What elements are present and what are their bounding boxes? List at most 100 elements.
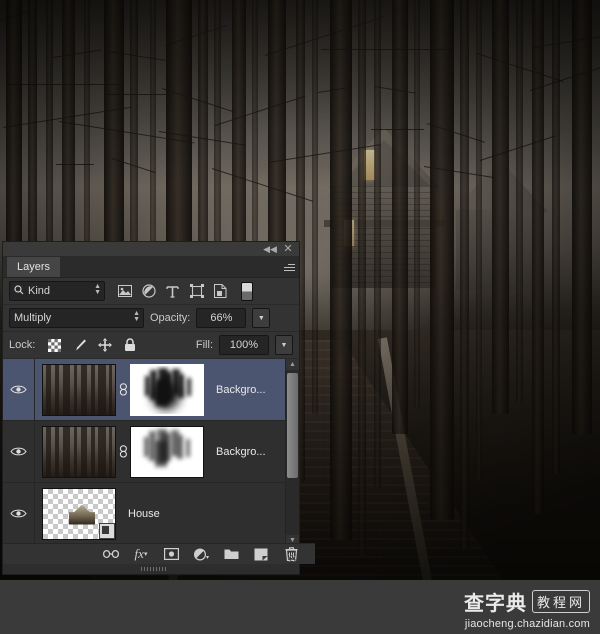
filter-type-icons <box>117 281 253 301</box>
lock-label: Lock: <box>9 339 36 351</box>
thumb-forest-art <box>43 426 115 477</box>
tree-trunk <box>532 0 544 514</box>
tree-trunk <box>430 0 454 520</box>
tree-branch <box>6 84 124 85</box>
tree-branch <box>321 49 454 50</box>
layer-list[interactable]: Backgro... Backgro... House <box>3 359 299 546</box>
tree-trunk <box>374 0 381 488</box>
layer-thumbnails <box>42 487 116 540</box>
type-layer-filter-icon[interactable] <box>165 284 180 299</box>
mask-art <box>131 426 203 477</box>
chevron-updown-icon[interactable]: ▲ ▼ <box>94 283 101 296</box>
new-layer-button[interactable] <box>253 546 269 562</box>
layer-mask-link-icon[interactable] <box>116 445 130 458</box>
blend-mode-value: Multiply <box>14 312 52 324</box>
new-group-button[interactable] <box>223 546 239 562</box>
lock-image-pixels-icon[interactable] <box>72 338 87 353</box>
opacity-dropdown-icon[interactable]: ▼ <box>252 308 271 328</box>
panel-tab-strip: Layers <box>3 257 299 278</box>
blend-opacity-row: Multiply ▲ ▼ Opacity: 66% ▼ <box>3 305 299 332</box>
panel-resize-grip[interactable] <box>288 554 296 562</box>
tree-trunk <box>552 0 560 474</box>
scrollbar-thumb[interactable] <box>287 373 298 478</box>
tree-branch <box>371 129 424 130</box>
filter-kind-label: Kind <box>28 285 51 297</box>
add-layer-mask-button[interactable] <box>163 546 179 562</box>
panel-title-bar: ◀◀ ✕ <box>3 242 299 257</box>
thumb-forest-art <box>43 364 115 415</box>
tree-trunk <box>572 0 592 434</box>
layer-visibility-toggle[interactable] <box>3 483 35 544</box>
search-icon <box>14 284 24 298</box>
lock-buttons <box>47 338 137 353</box>
smart-object-filter-icon[interactable] <box>213 284 228 299</box>
eye-icon <box>10 447 27 456</box>
fill-input[interactable]: 100% <box>219 335 269 355</box>
tree-trunk <box>392 0 408 434</box>
panel-bottom-grip[interactable] <box>3 564 299 574</box>
panel-menu-icon[interactable] <box>279 260 295 274</box>
layer-thumbnails <box>42 363 204 416</box>
watermark-logo: 查字典 教程网 <box>464 587 590 616</box>
lock-position-icon[interactable] <box>97 338 112 353</box>
link-layers-button[interactable] <box>103 546 119 562</box>
blend-mode-select[interactable]: Multiply ▲ ▼ <box>9 308 144 328</box>
layer-thumbnail[interactable] <box>42 425 116 478</box>
layer-visibility-toggle[interactable] <box>3 359 35 420</box>
fill-dropdown-icon[interactable]: ▼ <box>275 335 293 355</box>
layer-list-scrollbar[interactable]: ▲ ▼ <box>285 359 299 546</box>
layer-visibility-toggle[interactable] <box>3 421 35 482</box>
watermark-brand: 查字典 <box>463 590 527 615</box>
tab-layers[interactable]: Layers <box>7 257 62 277</box>
screenshot-root: 查字典 教程网 jiaocheng.chazidian.com ◀◀ ✕ Lay… <box>0 0 600 634</box>
watermark: 查字典 教程网 jiaocheng.chazidian.com <box>440 585 590 631</box>
layers-footer-toolbar: fx ▾ ▾ <box>3 543 315 564</box>
filter-enable-toggle[interactable] <box>241 281 253 301</box>
chevron-updown-icon[interactable]: ▲ ▼ <box>133 310 140 323</box>
layer-name: Backgro... <box>216 445 266 458</box>
tree-branch <box>56 164 94 165</box>
layer-style-fx-button[interactable]: fx ▾ <box>133 546 149 562</box>
eye-icon <box>10 385 27 394</box>
layer-mask-thumbnail[interactable] <box>130 363 204 416</box>
tree-branch <box>106 94 174 95</box>
eye-icon <box>10 509 27 518</box>
pixel-layer-filter-icon[interactable] <box>117 284 132 299</box>
layer-thumbnail[interactable] <box>42 363 116 416</box>
tree-trunk <box>516 0 523 402</box>
layers-panel[interactable]: ◀◀ ✕ Layers Kind ▲ ▼ Multiply ▲ ▼ Opacit… <box>2 241 315 575</box>
close-icon[interactable]: ✕ <box>281 243 295 255</box>
fill-label: Fill: <box>195 339 213 351</box>
layer-name: Backgro... <box>216 383 266 396</box>
layer-mask-link-icon[interactable] <box>116 383 130 396</box>
layer-thumbnail[interactable] <box>42 487 116 540</box>
filter-kind-select[interactable]: Kind ▲ ▼ <box>9 281 105 301</box>
adjustment-layer-filter-icon[interactable] <box>141 284 156 299</box>
layer-row[interactable]: House <box>3 483 299 545</box>
smart-object-badge-icon <box>99 522 115 539</box>
lock-all-icon[interactable] <box>122 338 137 353</box>
layer-row[interactable]: Backgro... <box>3 421 299 483</box>
layer-row[interactable]: Backgro... <box>3 359 299 421</box>
layer-thumbnails <box>42 425 204 478</box>
collapse-icon[interactable]: ◀◀ <box>263 243 277 255</box>
layer-name: House <box>128 507 160 520</box>
shape-layer-filter-icon[interactable] <box>189 284 204 299</box>
watermark-tag: 教程网 <box>531 589 590 613</box>
tree-trunk <box>476 0 482 482</box>
tree-branch <box>52 49 102 58</box>
tree-trunk <box>358 0 366 556</box>
lock-transparent-pixels-icon[interactable] <box>47 338 62 353</box>
scroll-up-arrow-icon[interactable]: ▲ <box>286 359 299 370</box>
tree-trunk <box>414 0 420 408</box>
opacity-label: Opacity: <box>150 312 191 324</box>
tree-trunk <box>460 0 469 550</box>
lock-fill-row: Lock: Fill: 100% ▼ <box>3 332 299 359</box>
svg-text:▾: ▾ <box>206 555 209 561</box>
new-adjustment-layer-button[interactable]: ▾ <box>193 546 209 562</box>
mask-art <box>132 365 202 414</box>
opacity-input[interactable]: 66% <box>196 308 247 328</box>
layer-mask-thumbnail[interactable] <box>130 425 204 478</box>
tree-trunk <box>312 0 318 414</box>
tree-trunk <box>330 0 352 540</box>
